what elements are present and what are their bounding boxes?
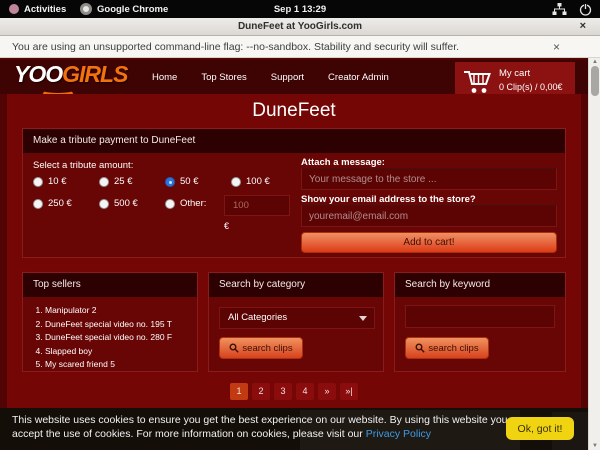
amount-option-50[interactable]: 50 € bbox=[165, 176, 205, 187]
category-search-panel: Search by category All Categories search… bbox=[208, 272, 384, 372]
clock[interactable]: Sep 1 13:29 bbox=[0, 4, 600, 15]
screen: Activities Google Chrome Sep 1 13:29 Dun… bbox=[0, 0, 600, 450]
cart-summary: 0 Clip(s) / 0,00€ bbox=[499, 82, 563, 92]
flag-warning-close-icon[interactable]: × bbox=[553, 40, 560, 54]
amount-row-2: 250 € 500 € Other: bbox=[33, 198, 205, 209]
tribute-panel-header: Make a tribute payment to DuneFeet bbox=[23, 129, 565, 153]
main-nav: Home Top Stores Support Creator Admin bbox=[152, 60, 389, 94]
other-amount-input[interactable] bbox=[224, 195, 290, 216]
amount-option-other[interactable]: Other: bbox=[165, 198, 205, 209]
amount-option-25[interactable]: 25 € bbox=[99, 176, 139, 187]
network-icon[interactable] bbox=[552, 3, 567, 15]
radio-icon[interactable] bbox=[231, 177, 241, 187]
logo-part2: GIRLS bbox=[62, 61, 127, 87]
page-title: DuneFeet bbox=[7, 100, 581, 122]
top-sellers-list: Manipulator 2 DuneFeet special video no.… bbox=[45, 305, 172, 373]
radio-icon[interactable] bbox=[165, 199, 175, 209]
keyword-search-header: Search by keyword bbox=[395, 273, 565, 297]
category-search-header: Search by category bbox=[209, 273, 383, 297]
amount-option-label: 25 € bbox=[114, 176, 133, 187]
content-container: DuneFeet Make a tribute payment to DuneF… bbox=[7, 94, 581, 408]
email-label: Show your email address to the store? bbox=[301, 194, 476, 205]
top-seller-item[interactable]: DuneFeet special video no. 195 T bbox=[45, 319, 172, 329]
category-select[interactable]: All Categories bbox=[219, 307, 375, 329]
cookie-message: This website uses cookies to ensure you … bbox=[12, 413, 508, 441]
privacy-policy-link[interactable]: Privacy Policy bbox=[366, 428, 431, 440]
nav-home[interactable]: Home bbox=[152, 72, 177, 83]
page-button-4[interactable]: 4 bbox=[296, 383, 314, 400]
search-icon bbox=[229, 343, 239, 353]
amount-option-100[interactable]: 100 € bbox=[231, 176, 271, 187]
window-titlebar: DuneFeet at YooGirls.com × bbox=[0, 18, 600, 36]
search-clips-label: search clips bbox=[242, 343, 292, 354]
message-label: Attach a message: bbox=[301, 157, 385, 168]
radio-checked-icon[interactable] bbox=[165, 177, 175, 187]
top-seller-item[interactable]: Manipulator 2 bbox=[45, 305, 172, 315]
browser-scrollbar[interactable]: ▲ ▼ bbox=[588, 58, 600, 450]
scroll-up-icon[interactable]: ▲ bbox=[589, 59, 600, 65]
top-seller-item[interactable]: My scared friend 5 bbox=[45, 359, 172, 369]
nav-creator-admin[interactable]: Creator Admin bbox=[328, 72, 389, 83]
search-clips-label: search clips bbox=[428, 343, 478, 354]
chevron-down-icon bbox=[359, 316, 367, 321]
pagination: 1 2 3 4 » »| bbox=[7, 383, 581, 400]
page-button-2[interactable]: 2 bbox=[252, 383, 270, 400]
scroll-down-icon[interactable]: ▼ bbox=[589, 443, 600, 449]
radio-icon[interactable] bbox=[33, 177, 43, 187]
page-button-3[interactable]: 3 bbox=[274, 383, 292, 400]
search-clips-category-button[interactable]: search clips bbox=[219, 337, 303, 359]
page-button-next[interactable]: » bbox=[318, 383, 336, 400]
nav-top-stores[interactable]: Top Stores bbox=[201, 72, 246, 83]
radio-icon[interactable] bbox=[99, 199, 109, 209]
top-seller-item[interactable]: DuneFeet special video no. 280 F bbox=[45, 332, 172, 342]
cart-icon bbox=[463, 69, 493, 95]
keyword-search-panel: Search by keyword search clips bbox=[394, 272, 566, 372]
cookie-bar: This website uses cookies to ensure you … bbox=[0, 408, 588, 450]
message-input[interactable] bbox=[301, 168, 557, 190]
cart-title: My cart bbox=[499, 68, 530, 79]
amount-option-label: 10 € bbox=[48, 176, 67, 187]
amount-option-label: 100 € bbox=[246, 176, 270, 187]
cookie-text: This website uses cookies to ensure you … bbox=[12, 414, 508, 440]
power-icon[interactable] bbox=[579, 3, 592, 16]
radio-icon[interactable] bbox=[99, 177, 109, 187]
amount-label: Select a tribute amount: bbox=[33, 160, 133, 171]
flag-warning-message: You are using an unsupported command-lin… bbox=[12, 41, 459, 53]
site-logo[interactable]: YOOGIRLS bbox=[14, 61, 127, 88]
radio-icon[interactable] bbox=[33, 199, 43, 209]
amount-row-1: 10 € 25 € 50 € 100 € bbox=[33, 176, 271, 187]
top-sellers-panel: Top sellers Manipulator 2 DuneFeet speci… bbox=[22, 272, 198, 372]
flag-warning-bar: You are using an unsupported command-lin… bbox=[0, 36, 600, 58]
top-sellers-header: Top sellers bbox=[23, 273, 197, 297]
nav-support[interactable]: Support bbox=[271, 72, 304, 83]
currency-symbol: € bbox=[224, 221, 229, 231]
search-icon bbox=[415, 343, 425, 353]
scrollbar-thumb[interactable] bbox=[591, 66, 599, 96]
amount-option-label: 500 € bbox=[114, 198, 138, 209]
top-seller-item[interactable]: Slapped boy bbox=[45, 346, 172, 356]
search-clips-keyword-button[interactable]: search clips bbox=[405, 337, 489, 359]
keyword-input[interactable] bbox=[405, 305, 555, 328]
window-title: DuneFeet at YooGirls.com bbox=[0, 21, 600, 32]
add-to-cart-button[interactable]: Add to cart! bbox=[301, 232, 557, 253]
email-input[interactable] bbox=[301, 205, 557, 227]
amount-option-label: 250 € bbox=[48, 198, 72, 209]
tribute-panel: Make a tribute payment to DuneFeet Selec… bbox=[22, 128, 566, 258]
amount-option-label: Other: bbox=[180, 198, 206, 209]
window-close-icon[interactable]: × bbox=[580, 20, 586, 32]
page-button-last[interactable]: »| bbox=[340, 383, 358, 400]
cookie-accept-button[interactable]: Ok, got it! bbox=[506, 417, 574, 440]
category-select-value: All Categories bbox=[228, 312, 287, 323]
amount-option-250[interactable]: 250 € bbox=[33, 198, 73, 209]
amount-option-label: 50 € bbox=[180, 176, 199, 187]
amount-option-10[interactable]: 10 € bbox=[33, 176, 73, 187]
system-bar: Activities Google Chrome Sep 1 13:29 bbox=[0, 0, 600, 18]
site-header: YOOGIRLS Home Top Stores Support Creator… bbox=[0, 60, 588, 94]
logo-part1: YOO bbox=[14, 61, 62, 87]
amount-option-500[interactable]: 500 € bbox=[99, 198, 139, 209]
page-button-1[interactable]: 1 bbox=[230, 383, 248, 400]
